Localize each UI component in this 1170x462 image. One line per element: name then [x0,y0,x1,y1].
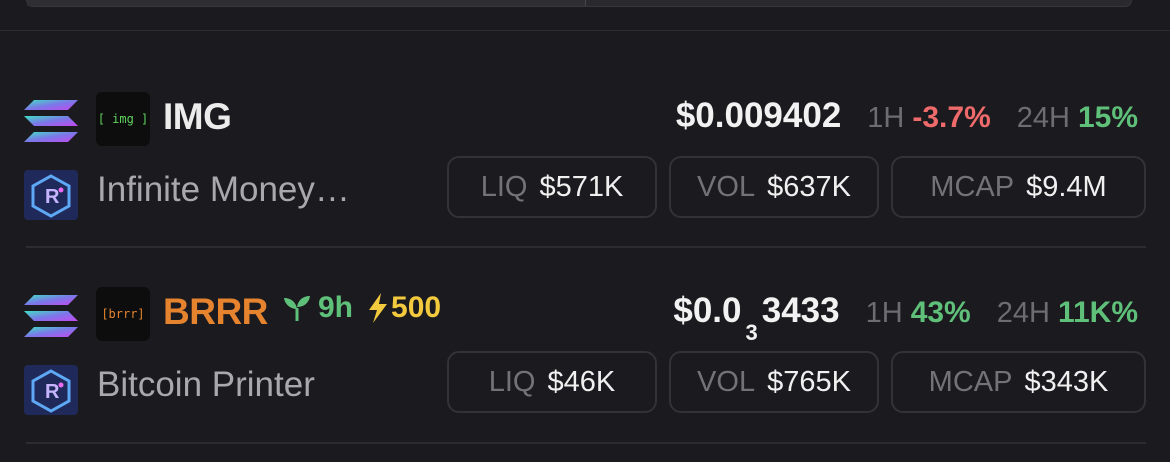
market-cap-pill[interactable]: MCAP $9.4M [891,156,1146,218]
token-logo: [brrr] [96,287,150,341]
token-row[interactable]: [brrr] BRRR 9h 500 R Bitcoin Printer $0.… [0,247,1170,443]
market-cap-value: $9.4M [1026,170,1107,203]
token-row[interactable]: [ img ] IMG R Infinite Money… $0.009402 … [0,52,1170,248]
age-value: 9h [318,291,354,324]
change-24h-value: 11K% [1057,296,1138,329]
price-change-group: $0.009402 1H -3.7% 24H 15% [676,96,1138,136]
volume-value: $765K [767,365,851,398]
boost-value: 500 [391,291,442,324]
liquidity-value: $571K [539,170,624,203]
price-change-group: $0.033433 1H 43% 24H 11K% [673,291,1138,345]
solana-icon [24,100,78,142]
market-cap-value: $343K [1024,365,1109,398]
token-logo-text: [ img ] [97,112,149,126]
token-symbol: BRRR [163,291,268,332]
liquidity-pill[interactable]: LIQ $46K [447,351,657,413]
boost-badge[interactable]: 500 [367,291,441,325]
token-price: $0.009402 [676,96,841,136]
token-logo: [ img ] [96,92,150,146]
lightning-icon [369,293,388,323]
volume-pill[interactable]: VOL $765K [669,351,879,413]
change-1h-value: -3.7% [912,101,991,134]
volume-label: VOL [697,365,756,398]
token-logo-text: [brrr] [101,307,145,321]
search-bar-segment [27,0,586,6]
volume-pill[interactable]: VOL $637K [669,156,879,218]
change-24h-label: 24H [996,297,1050,329]
price-tail: 3433 [761,291,840,330]
market-cap-label: MCAP [928,365,1013,398]
svg-text:R: R [45,186,60,208]
market-cap-label: MCAP [930,170,1015,203]
volume-value: $637K [767,170,851,203]
raydium-icon: R [24,365,78,415]
token-symbol: IMG [163,96,232,137]
row-divider [26,442,1146,444]
volume-label: VOL [697,170,756,203]
change-1h-label: 1H [867,102,905,134]
price-zero-count: 3 [745,320,758,345]
change-24h-value: 15% [1077,101,1138,134]
price-main: $0.0 [673,291,742,330]
liquidity-value: $46K [547,365,616,398]
price-main: $0.009402 [675,96,842,135]
token-badges: 9h 500 [282,291,441,325]
top-bar [0,0,1170,31]
market-cap-pill[interactable]: MCAP $343K [891,351,1146,413]
liquidity-label: LIQ [488,365,536,398]
token-name: Bitcoin Printer [97,365,315,404]
token-name: Infinite Money… [97,170,350,209]
seedling-icon [284,296,310,321]
raydium-icon: R [24,170,78,220]
change-1h-value: 43% [910,296,971,329]
liquidity-label: LIQ [480,170,528,203]
change-24h-label: 24H [1016,102,1070,134]
change-1h-label: 1H [865,297,903,329]
svg-text:R: R [45,381,60,403]
token-price: $0.033433 [673,291,840,345]
solana-icon [24,295,78,337]
liquidity-pill[interactable]: LIQ $571K [447,156,657,218]
search-bar-bottom-edge[interactable] [26,0,1132,7]
age-badge[interactable]: 9h [282,291,353,325]
